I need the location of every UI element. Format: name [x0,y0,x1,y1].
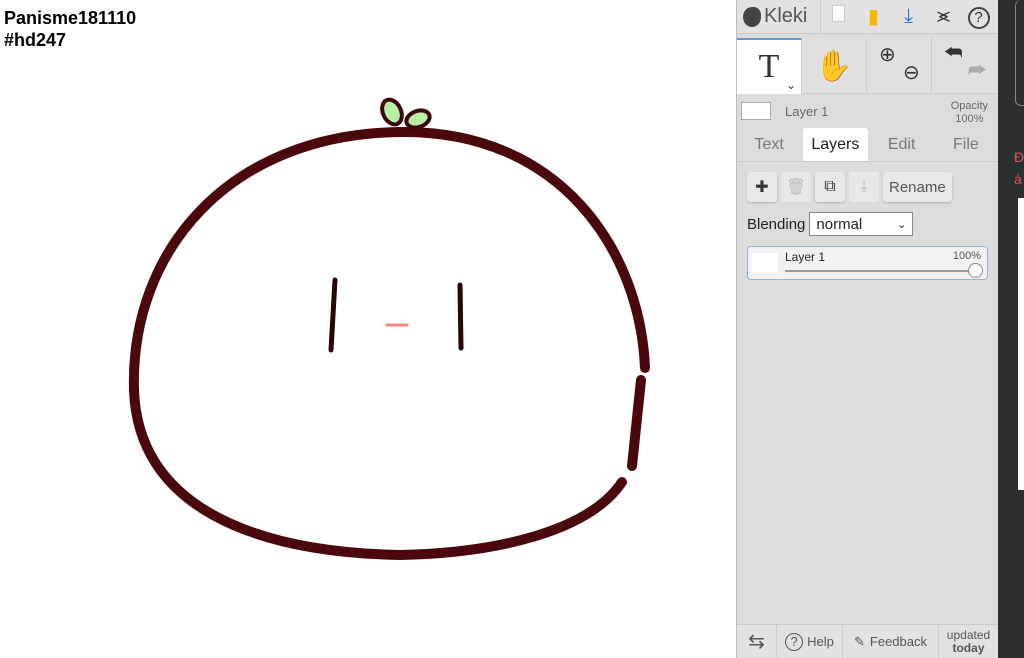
right-eye [457,282,464,351]
opacity-label: Opacity [950,100,988,112]
add-layer-button[interactable]: ✚ [747,172,777,202]
open-folder-icon[interactable]: ▮ [856,4,891,29]
app-name: Kleki [764,5,808,27]
merge-down-button[interactable]: ⤓ [849,172,879,202]
redo-icon[interactable]: ⮫ [968,60,987,83]
download-icon[interactable]: ⤓ [891,5,926,28]
tab-layers[interactable]: Layers [803,128,868,161]
rename-button[interactable]: Rename [883,172,952,202]
blob-outline [128,126,650,561]
zoom-buttons: ⊕ ⊖ [867,38,932,94]
left-eye [328,277,338,353]
updated-info[interactable]: updated today [939,625,998,658]
drawing [128,97,650,561]
layer-list-item[interactable]: Layer 1 100% [747,246,988,280]
zoom-in-icon[interactable]: ⊕ [879,42,896,67]
swap-side-icon[interactable]: ⇆ [737,625,777,658]
help-label: Help [807,634,834,649]
opacity-readout: Opacity 100% [951,100,988,126]
delete-layer-button[interactable]: 🗑 [781,172,811,202]
layer-thumbnail [752,253,778,273]
help-icon[interactable]: ? [961,5,996,29]
background-panel [1018,198,1024,490]
feedback-button[interactable]: ✎ Feedback [843,625,939,658]
toolbar: T ⌄ ✋ ⊕ ⊖ ⮪ ⮫ [737,38,998,94]
blending-select[interactable]: normal ⌄ [809,212,914,236]
background-text: Đá [1014,146,1024,190]
layer-opacity-slider[interactable] [785,270,973,272]
panel-tabs: Text Layers Edit File [737,128,998,162]
layers-panel: ✚ 🗑 ⧉ ⤓ Rename Blending normal ⌄ Layer 1 … [737,162,998,290]
updated-label: updated [946,627,991,642]
zoom-out-icon[interactable]: ⊖ [903,60,920,85]
new-file-icon[interactable] [821,5,856,28]
current-layer-info: Layer 1 Opacity 100% [737,94,998,128]
blob-outline-segment [627,375,646,471]
text-tool-button[interactable]: T ⌄ [737,38,802,94]
background-text-1: Đ [1014,149,1024,165]
blending-label: Blending [747,215,806,233]
layer-name: Layer 1 [785,250,826,264]
opacity-value: 100% [955,113,984,125]
panel-footer: ⇆ ? Help ✎ Feedback updated today [737,624,998,658]
chevron-down-icon[interactable]: ⌄ [786,78,796,92]
kleki-panel: Kleki ▮ ⤓ ⪤ ? T ⌄ ✋ ⊕ ⊖ ⮪ ⮫ Layer 1 Opaci… [736,0,998,658]
share-icon[interactable]: ⪤ [926,5,961,28]
help-icon: ? [785,632,804,651]
feedback-label: Feedback [869,634,927,649]
updated-today: today [952,640,985,655]
tab-edit[interactable]: Edit [870,128,934,161]
leaf-left [380,97,404,127]
background-text-2: á [1014,171,1022,187]
duplicate-layer-button[interactable]: ⧉ [815,172,845,202]
layer-thumbnail [741,102,771,120]
layer-opacity: 100% [952,250,981,262]
chevron-down-icon: ⌄ [897,218,907,231]
hand-icon: ✋ [815,49,853,83]
tab-text[interactable]: Text [737,128,801,161]
help-button[interactable]: ? Help [777,625,843,658]
hand-tool-button[interactable]: ✋ [802,38,867,94]
squirrel-icon [743,6,761,27]
current-layer-name: Layer 1 [785,103,829,119]
undo-icon[interactable]: ⮪ [944,42,963,65]
kleki-logo[interactable]: Kleki [737,0,821,33]
layer-opacity-slider-handle[interactable] [968,263,983,278]
background-page: Đá [998,0,1024,658]
blending-value: normal [816,215,863,233]
top-bar: Kleki ▮ ⤓ ⪤ ? [737,0,998,34]
feedback-icon: ✎ [854,633,865,649]
undo-redo-buttons: ⮪ ⮫ [932,38,997,94]
background-box [1015,0,1024,106]
drawing-canvas[interactable]: Panisme181110 #hd247 [0,0,736,658]
tab-file[interactable]: File [934,128,998,161]
leaf-right [404,108,432,130]
